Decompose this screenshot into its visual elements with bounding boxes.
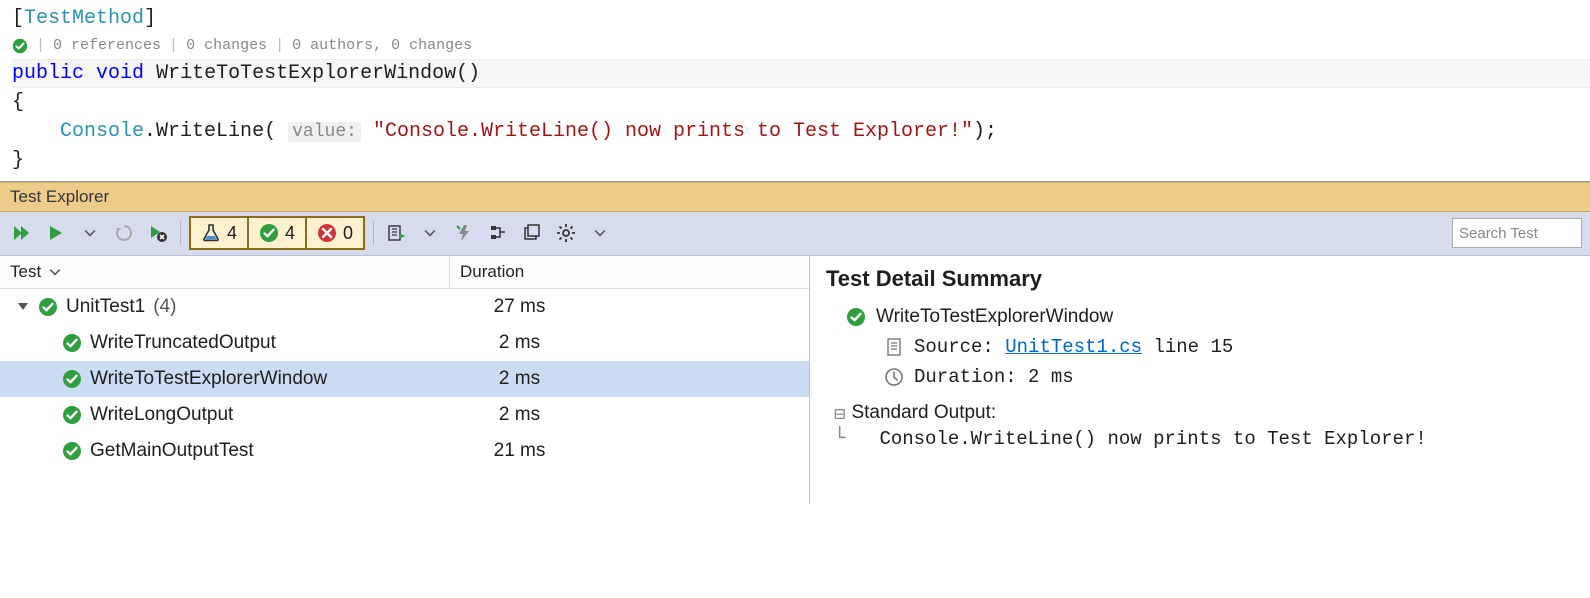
method-signature-line: public void WriteToTestExplorerWindow() [12, 59, 1590, 88]
brace-open-line: { [12, 88, 1590, 117]
source-file-link[interactable]: UnitTest1.cs [1005, 336, 1142, 358]
test-name: GetMainOutputTest [90, 440, 254, 462]
pass-icon [62, 405, 82, 425]
stdout-text: Console.WriteLine() now prints to Test E… [851, 428, 1426, 450]
expander-icon[interactable] [18, 303, 28, 310]
codelens-row[interactable]: | 0 references | 0 changes | 0 authors, … [12, 33, 1590, 59]
test-name: WriteToTestExplorerWindow [90, 368, 327, 390]
group-by-button[interactable] [484, 219, 512, 247]
console-writeline-line: Console.WriteLine( value: "Console.Write… [12, 117, 1590, 146]
test-row[interactable]: GetMainOutputTest21 ms [0, 433, 809, 469]
run-dropdown[interactable] [76, 219, 104, 247]
repeat-last-run-button[interactable] [110, 219, 138, 247]
attribute-line: [TestMethod] [12, 4, 1590, 33]
flask-icon [201, 223, 221, 243]
run-all-button[interactable] [8, 219, 36, 247]
search-input[interactable]: Search Test [1452, 218, 1582, 248]
codelens-authors[interactable]: 0 authors, 0 changes [292, 35, 472, 57]
pass-icon [259, 223, 279, 243]
test-count-pills: 4 4 0 [189, 216, 365, 250]
settings-dropdown[interactable] [586, 219, 614, 247]
test-explorer-title[interactable]: Test Explorer [0, 182, 1590, 212]
tree-header: Test Duration [0, 256, 809, 289]
detail-duration-row: Duration: 2 ms [826, 362, 1574, 392]
column-duration[interactable]: Duration [450, 256, 809, 288]
settings-button[interactable] [552, 219, 580, 247]
detail-heading: Test Detail Summary [826, 266, 1574, 292]
playlist-dropdown[interactable] [416, 219, 444, 247]
test-group-row[interactable]: UnitTest1 (4)27 ms [0, 289, 809, 325]
show-windows-button[interactable] [518, 219, 546, 247]
test-explorer-toolbar: 4 4 0 Search Test [0, 212, 1590, 256]
test-explorer-panel: Test Explorer 4 4 0 [0, 181, 1590, 504]
run-failed-button[interactable] [144, 219, 172, 247]
group-name: UnitTest1 [66, 296, 145, 318]
codelens-references[interactable]: 0 references [53, 35, 161, 57]
test-name: WriteTruncatedOutput [90, 332, 276, 354]
failed-tests-pill[interactable]: 0 [307, 218, 363, 248]
inline-param-hint: value: [288, 122, 361, 142]
clock-icon [884, 367, 904, 387]
document-icon [884, 337, 904, 357]
pass-icon [62, 333, 82, 353]
codelens-changes[interactable]: 0 changes [186, 35, 267, 57]
detail-test-name-row: WriteToTestExplorerWindow [826, 302, 1574, 332]
playlist-button[interactable] [382, 219, 410, 247]
standard-output-section: ⊟ └ Standard Output: Console.WriteLine()… [826, 402, 1574, 451]
pass-icon [12, 38, 28, 54]
test-name: WriteLongOutput [90, 404, 233, 426]
pass-icon [846, 307, 866, 327]
run-after-build-button[interactable] [450, 219, 478, 247]
pass-icon [62, 369, 82, 389]
total-tests-pill[interactable]: 4 [191, 218, 249, 248]
passed-tests-pill[interactable]: 4 [249, 218, 307, 248]
test-row[interactable]: WriteLongOutput2 ms [0, 397, 809, 433]
pass-icon [38, 297, 58, 317]
fail-icon [317, 223, 337, 243]
test-tree: Test Duration UnitTest1 (4)27 msWriteTru… [0, 256, 810, 504]
brace-close-line: } [12, 146, 1590, 175]
test-row[interactable]: WriteTruncatedOutput2 ms [0, 325, 809, 361]
collapse-glyph[interactable]: ⊟ └ [834, 402, 845, 451]
code-editor[interactable]: [TestMethod] | 0 references | 0 changes … [0, 0, 1590, 181]
pass-icon [62, 441, 82, 461]
test-row[interactable]: WriteToTestExplorerWindow2 ms [0, 361, 809, 397]
column-test[interactable]: Test [0, 256, 450, 288]
sort-icon [47, 264, 63, 280]
test-detail-pane: Test Detail Summary WriteToTestExplorerW… [810, 256, 1590, 504]
run-button[interactable] [42, 219, 70, 247]
detail-source-row: Source: UnitTest1.cs line 15 [826, 332, 1574, 362]
stdout-label: Standard Output: [851, 402, 996, 423]
